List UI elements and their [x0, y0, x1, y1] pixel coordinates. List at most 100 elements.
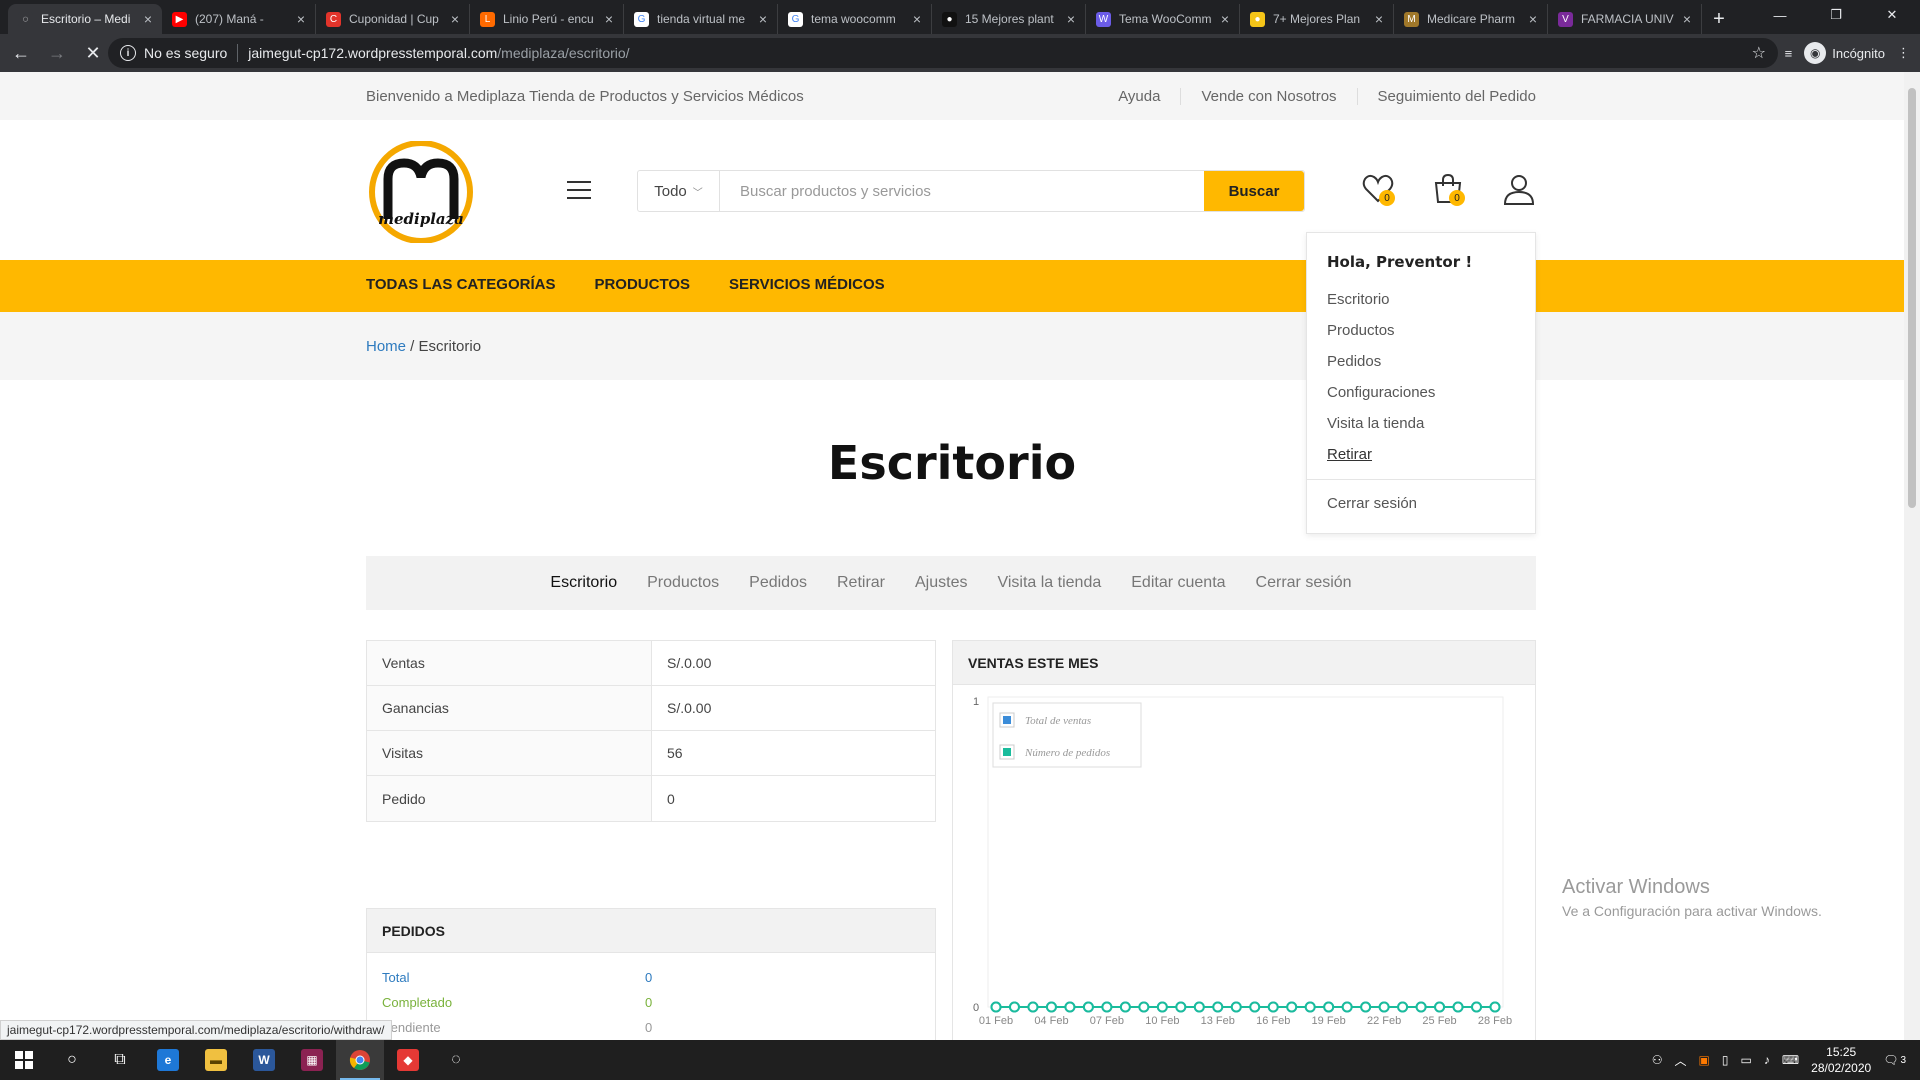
browser-tab[interactable]: Gtema woocomm × — [778, 4, 932, 34]
browser-tab-bar: ◌ Escritorio – Medi × ▶ (207) Maná - × C Cuponi… — [0, 0, 1920, 34]
browser-tab[interactable]: ● 15 Mejores plant × — [932, 4, 1086, 34]
browser-tab[interactable]: ● 7+ Mejores Plan × — [1240, 4, 1394, 34]
browser-tab[interactable]: L Linio Perú - encu × — [470, 4, 624, 34]
tab-close-icon[interactable]: × — [1221, 11, 1229, 27]
anydesk-icon[interactable]: ◆ — [384, 1040, 432, 1080]
dash-tab-retirar[interactable]: Retirar — [837, 574, 885, 592]
nav-all-categories[interactable]: TODAS LAS CATEGORÍAS — [366, 276, 555, 293]
order-status-label[interactable]: Pendiente — [382, 1020, 645, 1035]
info-icon[interactable]: i — [120, 45, 136, 61]
mediplaza-logo[interactable]: mediplaza — [366, 141, 476, 243]
dash-tab-logout[interactable]: Cerrar sesión — [1256, 574, 1352, 592]
winrar-icon[interactable]: ▦ — [288, 1040, 336, 1080]
dash-tab-pedidos[interactable]: Pedidos — [749, 574, 807, 592]
toolbar-right: ≡ ◉ Incógnito ⋮ — [1785, 38, 1910, 68]
top-link-sell[interactable]: Vende con Nosotros — [1180, 88, 1356, 105]
restore-icon[interactable]: ❐ — [1808, 0, 1864, 30]
volume-icon[interactable]: ♪ — [1764, 1053, 1770, 1067]
page-title: Escritorio — [827, 436, 1077, 490]
dash-tab-edit-account[interactable]: Editar cuenta — [1131, 574, 1225, 592]
language-icon[interactable]: ⌨ — [1782, 1053, 1799, 1067]
order-status-label[interactable]: Completado — [382, 995, 645, 1010]
browser-tab[interactable]: Gtienda virtual me × — [624, 4, 778, 34]
stop-loading-icon[interactable]: ✕ — [78, 38, 108, 68]
incognito-indicator[interactable]: ◉ Incógnito — [1804, 42, 1885, 64]
tab-close-icon[interactable]: × — [759, 11, 767, 27]
tab-close-icon[interactable]: × — [451, 11, 459, 27]
back-icon[interactable]: ← — [6, 38, 36, 68]
tab-close-icon[interactable]: × — [913, 11, 921, 27]
browser-tab[interactable]: W Tema WooComm × — [1086, 4, 1240, 34]
edge-icon[interactable]: e — [144, 1040, 192, 1080]
account-menu-visit-store[interactable]: Visita la tienda — [1327, 415, 1435, 446]
minimize-icon[interactable]: — — [1752, 0, 1808, 30]
browser-tab[interactable]: V FARMACIA UNIV × — [1548, 4, 1702, 34]
search-button[interactable]: Buscar — [1204, 171, 1304, 211]
account-menu-pedidos[interactable]: Pedidos — [1327, 353, 1435, 384]
browser-tab[interactable]: M Medicare Pharm × — [1394, 4, 1548, 34]
account-menu-retirar[interactable]: Retirar — [1327, 446, 1435, 477]
tab-close-icon[interactable]: × — [605, 11, 613, 27]
media-control-icon[interactable]: ≡ — [1785, 46, 1793, 61]
search-category-select[interactable]: Todo ﹀ — [638, 171, 720, 211]
network-icon[interactable]: ▭ — [1740, 1053, 1751, 1067]
account-menu-logout[interactable]: Cerrar sesión — [1327, 495, 1417, 512]
word-icon[interactable]: W — [240, 1040, 288, 1080]
nav-products[interactable]: PRODUCTOS — [594, 276, 690, 293]
new-tab-button[interactable]: + — [1702, 4, 1736, 34]
tab-close-icon[interactable]: × — [297, 11, 305, 27]
legend-swatch — [1003, 748, 1011, 756]
page-scrollbar[interactable] — [1904, 72, 1920, 1040]
start-button[interactable] — [0, 1040, 48, 1080]
tab-close-icon[interactable]: × — [1529, 11, 1537, 27]
close-window-icon[interactable]: ✕ — [1864, 0, 1920, 30]
stat-row-earnings: Ganancias S/.0.00 — [367, 686, 935, 731]
order-status-label[interactable]: Total — [382, 970, 645, 985]
top-link-tracking[interactable]: Seguimiento del Pedido — [1356, 88, 1536, 105]
account-menu-productos[interactable]: Productos — [1327, 322, 1435, 353]
cart-button[interactable]: 0 — [1431, 172, 1465, 206]
account-menu-escritorio[interactable]: Escritorio — [1327, 291, 1435, 322]
tray-app-icon[interactable]: ▣ — [1699, 1053, 1710, 1067]
tab-close-icon[interactable]: × — [1375, 11, 1383, 27]
browser-menu-icon[interactable]: ⋮ — [1897, 45, 1910, 61]
battery-icon[interactable]: ▯ — [1722, 1053, 1729, 1067]
browser-tab[interactable]: C Cuponidad | Cup × — [316, 4, 470, 34]
people-icon[interactable]: ⚇ — [1652, 1053, 1663, 1067]
tray-expand-icon[interactable]: ︿ — [1675, 1052, 1687, 1069]
task-view-icon[interactable]: ⧉ — [96, 1040, 144, 1080]
legend-swatch — [1003, 716, 1011, 724]
clock[interactable]: 15:25 28/02/2020 — [1811, 1044, 1871, 1076]
account-button[interactable] — [1502, 172, 1536, 206]
nav-medical-services[interactable]: SERVICIOS MÉDICOS — [729, 276, 885, 293]
dash-tab-visit-store[interactable]: Visita la tienda — [997, 574, 1101, 592]
dash-tab-productos[interactable]: Productos — [647, 574, 719, 592]
forward-icon[interactable]: → — [42, 38, 72, 68]
tab-title: (207) Maná - — [195, 12, 264, 26]
browser-tab[interactable]: ▶ (207) Maná - × — [162, 4, 316, 34]
tab-close-icon[interactable]: × — [144, 11, 152, 27]
dash-tab-ajustes[interactable]: Ajustes — [915, 574, 967, 592]
app-loading-icon[interactable]: ◌ — [432, 1040, 480, 1080]
search-icon[interactable]: ○ — [48, 1040, 96, 1080]
tab-close-icon[interactable]: × — [1683, 11, 1691, 27]
bookmark-star-icon[interactable]: ☆ — [1752, 43, 1766, 63]
breadcrumb-home-link[interactable]: Home — [366, 338, 406, 355]
dash-tab-escritorio[interactable]: Escritorio — [550, 574, 617, 592]
search-input[interactable]: Buscar productos y servicios — [720, 171, 1204, 211]
hamburger-menu-icon[interactable] — [567, 181, 591, 199]
account-menu-configuraciones[interactable]: Configuraciones — [1327, 384, 1435, 415]
file-explorer-icon[interactable]: ▬ — [192, 1040, 240, 1080]
notifications-icon[interactable]: 🗨 — [1883, 1053, 1898, 1067]
chrome-icon[interactable] — [336, 1040, 384, 1080]
browser-tab[interactable]: ◌ Escritorio – Medi × — [8, 4, 162, 34]
tab-close-icon[interactable]: × — [1067, 11, 1075, 27]
breadcrumb: Home / Escritorio — [366, 338, 481, 355]
data-point — [1101, 1001, 1113, 1013]
wishlist-button[interactable]: 0 — [1361, 172, 1395, 206]
data-point — [1286, 1001, 1298, 1013]
address-bar[interactable]: i No es seguro jaimegut-cp172.wordpresst… — [108, 38, 1778, 68]
top-link-help[interactable]: Ayuda — [1098, 88, 1180, 105]
stat-value: 56 — [667, 745, 683, 761]
scrollbar-thumb[interactable] — [1908, 88, 1916, 508]
